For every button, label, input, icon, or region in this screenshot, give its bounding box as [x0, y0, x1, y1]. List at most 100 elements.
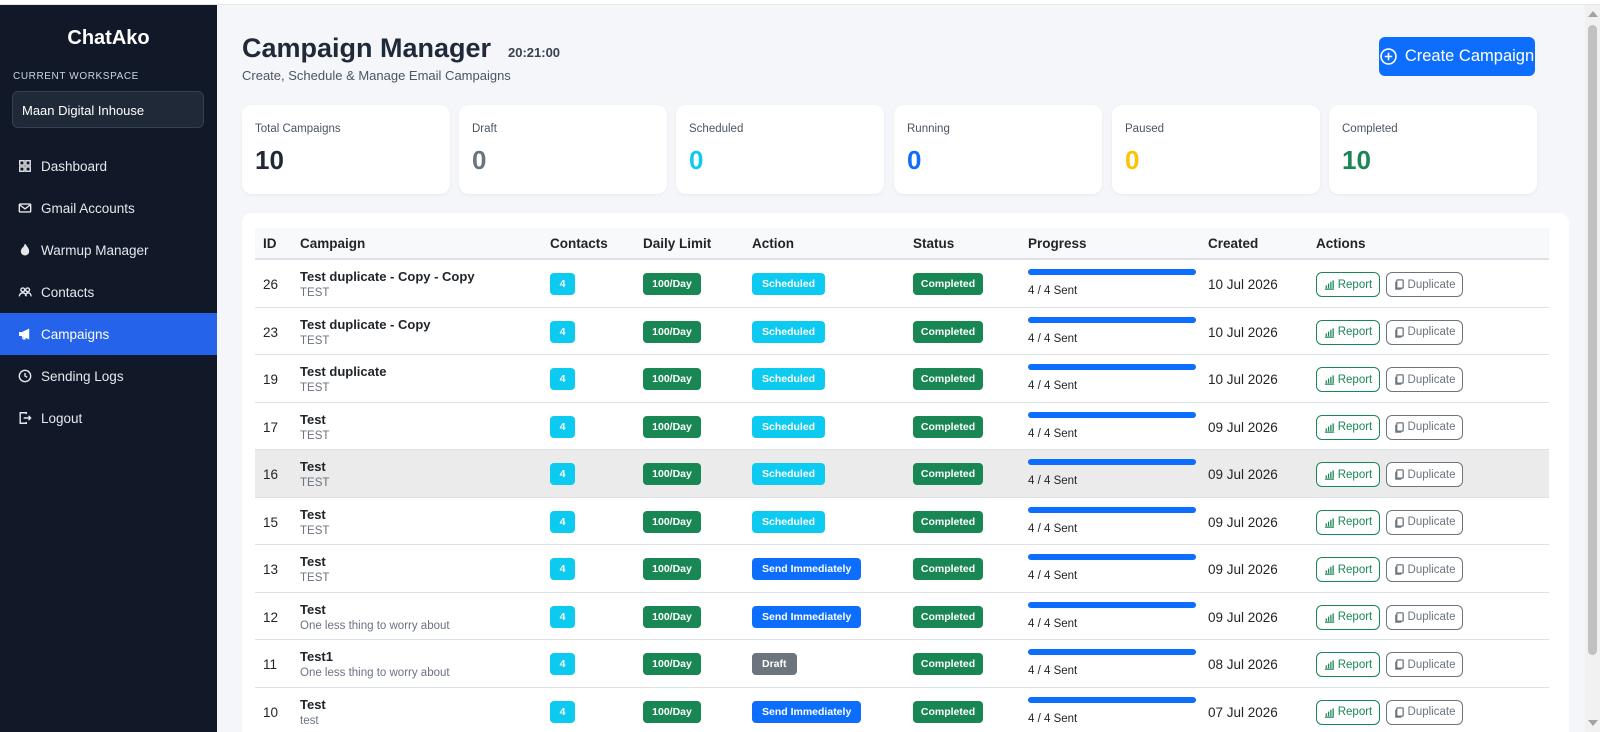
progress-text: 4 / 4 Sent — [1028, 285, 1078, 297]
progress-text: 4 / 4 Sent — [1028, 522, 1078, 535]
sidebar-nav: Dashboard Gmail Accounts Warmup Manager Con… — [0, 145, 217, 439]
duplicate-button[interactable]: Duplicate — [1386, 604, 1463, 630]
column-header-progress[interactable]: Progress — [1028, 236, 1087, 251]
created-date: 09 Jul 2026 — [1208, 609, 1278, 625]
report-label: Report — [1337, 516, 1373, 528]
created-date: 09 Jul 2026 — [1208, 467, 1278, 482]
created-date: 10 Jul 2026 — [1208, 277, 1278, 292]
table-row[interactable]: 10 Test test 4 100/Day Send Immediately Comple… — [255, 688, 1549, 732]
campaign-name[interactable]: Test — [300, 602, 326, 617]
report-label: Report — [1337, 278, 1373, 291]
sidebar-item-campaigns[interactable]: Campaigns — [0, 313, 217, 355]
campaign-subject: One less thing to worry about — [300, 667, 450, 679]
campaign-name[interactable]: Test duplicate — [300, 364, 386, 379]
campaign-name[interactable]: Test — [300, 459, 326, 474]
campaign-name[interactable]: Test duplicate - Copy - Copy — [300, 269, 475, 284]
table-header: ID Campaign Contacts Daily Limit Action Statu… — [255, 228, 1549, 260]
report-button[interactable]: Report — [1316, 604, 1380, 630]
column-header-daily-limit[interactable]: Daily Limit — [643, 236, 711, 251]
clock: 20:21:00 — [508, 45, 561, 60]
report-button[interactable]: Report — [1316, 652, 1380, 677]
duplicate-button[interactable]: Duplicate — [1386, 557, 1463, 582]
page-scrollbar[interactable] — [1585, 5, 1600, 732]
duplicate-label: Duplicate — [1407, 326, 1456, 338]
sidebar-item-contacts[interactable]: Contacts — [0, 271, 217, 313]
table-row[interactable]: 15 Test TEST 4 100/Day Scheduled Completed 4 / … — [255, 498, 1549, 545]
scroll-down-arrow-icon[interactable] — [1588, 720, 1598, 726]
column-header-actions[interactable]: Actions — [1316, 236, 1366, 251]
campaign-name[interactable]: Test — [300, 412, 326, 427]
progress-bar — [1028, 459, 1196, 465]
report-button[interactable]: Report — [1316, 699, 1380, 725]
progress-fill — [1028, 316, 1196, 323]
campaign-name[interactable]: Test duplicate - Copy — [300, 317, 431, 332]
progress-text: 4 / 4 Sent — [1028, 617, 1078, 630]
copy-icon — [1394, 611, 1404, 623]
sidebar-item-gmail-accounts[interactable]: Gmail Accounts — [0, 187, 217, 229]
scroll-up-arrow-icon[interactable] — [1588, 11, 1598, 17]
campaign-id: 10 — [263, 704, 279, 720]
campaign-name[interactable]: Test — [300, 507, 326, 522]
duplicate-button[interactable]: Duplicate — [1386, 272, 1463, 297]
sidebar-item-label: Gmail Accounts — [41, 200, 135, 216]
progress-text: 4 / 4 Sent — [1028, 332, 1078, 345]
report-button[interactable]: Report — [1316, 414, 1380, 440]
table-row[interactable]: 23 Test duplicate - Copy TEST 4 100/Day Sched… — [255, 308, 1549, 355]
report-button[interactable]: Report — [1316, 319, 1380, 345]
report-button[interactable]: Report — [1316, 557, 1380, 582]
stat-value: 0 — [907, 145, 922, 175]
brand-logo[interactable]: ChatAko — [0, 27, 217, 55]
column-header-action[interactable]: Action — [752, 236, 794, 251]
report-label: Report — [1337, 373, 1373, 386]
report-button[interactable]: Report — [1316, 509, 1380, 535]
table-row[interactable]: 11 Test1 One less thing to worry about 4 100… — [255, 640, 1549, 688]
contacts-badge: 4 — [550, 463, 575, 485]
column-header-contacts[interactable]: Contacts — [550, 236, 608, 251]
duplicate-button[interactable]: Duplicate — [1386, 319, 1463, 345]
table-row[interactable]: 16 Test TEST 4 100/Day Scheduled Completed 4 / … — [255, 450, 1549, 498]
created-date: 10 Jul 2026 — [1208, 372, 1278, 387]
report-button[interactable]: Report — [1316, 462, 1380, 487]
campaign-name[interactable]: Test1 — [300, 649, 333, 664]
column-header-campaign[interactable]: Campaign — [300, 236, 365, 251]
progress-text: 4 / 4 Sent — [1028, 712, 1078, 725]
scroll-thumb[interactable] — [1588, 25, 1597, 655]
duplicate-button[interactable]: Duplicate — [1386, 509, 1463, 535]
table-row[interactable]: 13 Test TEST 4 100/Day Send Immediately Comple… — [255, 545, 1549, 593]
progress-fill — [1028, 364, 1196, 370]
column-header-created[interactable]: Created — [1208, 236, 1258, 251]
duplicate-button[interactable]: Duplicate — [1386, 652, 1463, 677]
stat-card-total-campaigns: Total Campaigns 10 — [242, 105, 450, 194]
table-row[interactable]: 26 Test duplicate - Copy - Copy TEST 4 100/D… — [255, 260, 1549, 308]
report-button[interactable]: Report — [1316, 367, 1380, 392]
campaign-name[interactable]: Test — [300, 554, 326, 569]
report-button[interactable]: Report — [1316, 272, 1380, 297]
daily-limit-badge: 100/Day — [643, 415, 701, 438]
bar-chart-icon — [1324, 280, 1334, 290]
progress-bar — [1028, 506, 1196, 513]
clock-icon — [18, 369, 32, 383]
duplicate-button[interactable]: Duplicate — [1386, 462, 1463, 487]
duplicate-button[interactable]: Duplicate — [1386, 699, 1463, 725]
table-row[interactable]: 12 Test One less thing to worry about 4 100/… — [255, 593, 1549, 640]
create-campaign-button[interactable]: Create Campaign — [1379, 37, 1535, 76]
sidebar-item-warmup-manager[interactable]: Warmup Manager — [0, 229, 217, 271]
sidebar-item-sending-logs[interactable]: Sending Logs — [0, 355, 217, 397]
daily-limit-badge: 100/Day — [643, 700, 701, 723]
column-header-id[interactable]: ID — [263, 236, 277, 251]
stat-label: Scheduled — [689, 123, 744, 135]
action-badge: Send Immediately — [752, 605, 862, 628]
page-title: Campaign Manager — [242, 33, 492, 63]
duplicate-button[interactable]: Duplicate — [1386, 367, 1463, 392]
daily-limit-badge: 100/Day — [643, 558, 701, 580]
workspace-selector[interactable]: Maan Digital Inhouse — [12, 91, 204, 128]
table-row[interactable]: 19 Test duplicate TEST 4 100/Day Scheduled Com… — [255, 355, 1549, 403]
progress-bar — [1028, 649, 1196, 655]
duplicate-button[interactable]: Duplicate — [1386, 414, 1463, 440]
sidebar-item-dashboard[interactable]: Dashboard — [0, 145, 217, 187]
contacts-badge: 4 — [550, 700, 575, 723]
campaign-name[interactable]: Test — [300, 697, 326, 712]
table-row[interactable]: 17 Test TEST 4 100/Day Scheduled Completed 4 / … — [255, 403, 1549, 450]
column-header-status[interactable]: Status — [913, 236, 954, 251]
sidebar-item-logout[interactable]: Logout — [0, 397, 217, 439]
